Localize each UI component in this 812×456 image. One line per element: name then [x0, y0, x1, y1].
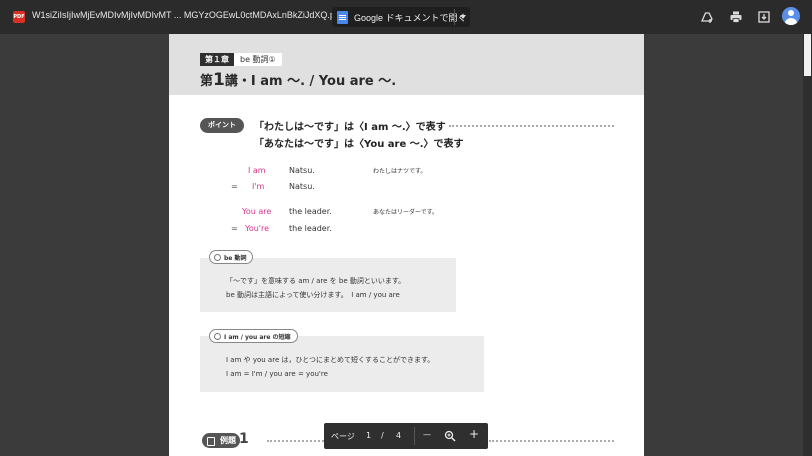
lesson-title: 第1講・I am ～. / You are ～.	[200, 70, 396, 90]
avatar[interactable]	[782, 7, 800, 25]
example-rest: the leader.	[289, 224, 332, 233]
lesson-prefix: 第	[200, 74, 214, 89]
chapter-number: 第１章	[200, 53, 234, 66]
be-verb-note-label: be 動詞	[209, 250, 254, 264]
pdf-file-icon: PDF	[13, 11, 25, 23]
contraction-note-label: I am / you are の短縮	[209, 329, 298, 343]
example-subject: You're	[245, 224, 270, 233]
pdf-toolbar: PDF W1siZiIsIjIwMjEvMDIvMjIvMDIvMT ... M…	[0, 0, 812, 34]
note-text: 「～です」を意味する am / are を be 動詞といいます。	[226, 277, 406, 285]
chapter-topic: be 動詞①	[234, 53, 282, 66]
note-text: be 動詞は主語によって使い分けます。 I am / you are	[226, 291, 400, 299]
page-navigation-bar: ページ 1 / 4 — +	[324, 423, 488, 449]
google-docs-icon	[337, 10, 348, 24]
pager-divider	[414, 427, 415, 445]
example-subject: I am	[248, 166, 266, 175]
download-icon[interactable]	[757, 10, 771, 24]
example-subject: You are	[242, 207, 272, 216]
dotted-divider	[267, 440, 327, 442]
lightbulb-icon	[214, 332, 221, 340]
zoom-in-button[interactable]: +	[469, 427, 479, 441]
point-badge: ポイント	[200, 118, 244, 133]
page-label: ページ	[331, 432, 355, 441]
example-subject: I'm	[252, 182, 265, 191]
example-rest: Natsu.	[289, 166, 315, 175]
total-pages: 4	[396, 431, 402, 440]
scrollbar[interactable]	[803, 34, 812, 456]
open-with-google-docs-button[interactable]: Google ドキュメントで開く	[332, 7, 470, 27]
example-translation: わたしはナツです。	[373, 168, 427, 175]
scrollbar-thumb[interactable]	[804, 34, 811, 76]
note-text: I am や you are は，ひとつにまとめて短くすることができます。	[226, 356, 435, 364]
zoom-fit-icon[interactable]	[444, 430, 456, 442]
pdf-page: 第１章 be 動詞① 第1講・I am ～. / You are ～. ポイント…	[169, 34, 644, 456]
chevron-down-icon[interactable]	[460, 15, 466, 19]
lesson-number: 1	[213, 70, 225, 90]
zoom-out-button[interactable]: —	[423, 430, 431, 439]
chapter-tag: 第１章 be 動詞①	[200, 53, 282, 66]
button-divider	[454, 9, 455, 25]
equals-sign: =	[231, 224, 238, 233]
example-number: 1	[239, 431, 249, 447]
drive-add-icon[interactable]	[700, 10, 714, 24]
example-badge: 例題	[202, 433, 240, 448]
point-line-1: 「わたしは～です」は〈I am ～.〉で表す	[254, 122, 446, 133]
lightbulb-icon	[214, 253, 221, 261]
note-label-text: I am / you are の短縮	[224, 333, 291, 341]
dotted-divider	[449, 125, 614, 127]
example-translation: あなたはリーダーです。	[373, 209, 439, 216]
equals-sign: =	[231, 182, 238, 191]
note-text: I am = I'm / you are = you're	[226, 370, 328, 378]
current-page-input[interactable]: 1	[366, 431, 371, 440]
print-icon[interactable]	[729, 10, 743, 24]
example-rest: the leader.	[289, 207, 332, 216]
page-separator: /	[381, 431, 384, 440]
point-line-2: 「あなたは～です」は〈You are ～.〉で表す	[254, 139, 464, 150]
lesson-title-text: 講・I am ～. / You are ～.	[224, 74, 397, 89]
example-rest: Natsu.	[289, 182, 315, 191]
example-label: 例題	[220, 436, 236, 445]
dotted-divider	[489, 440, 614, 442]
file-name: W1siZiIsIjIwMjEvMDIvMjIvMDIvMT ... MGYzO…	[32, 10, 343, 20]
open-with-label: Google ドキュメントで開く	[354, 12, 467, 23]
lesson-header: 第１章 be 動詞① 第1講・I am ～. / You are ～.	[169, 34, 644, 95]
note-label-text: be 動詞	[224, 254, 247, 262]
